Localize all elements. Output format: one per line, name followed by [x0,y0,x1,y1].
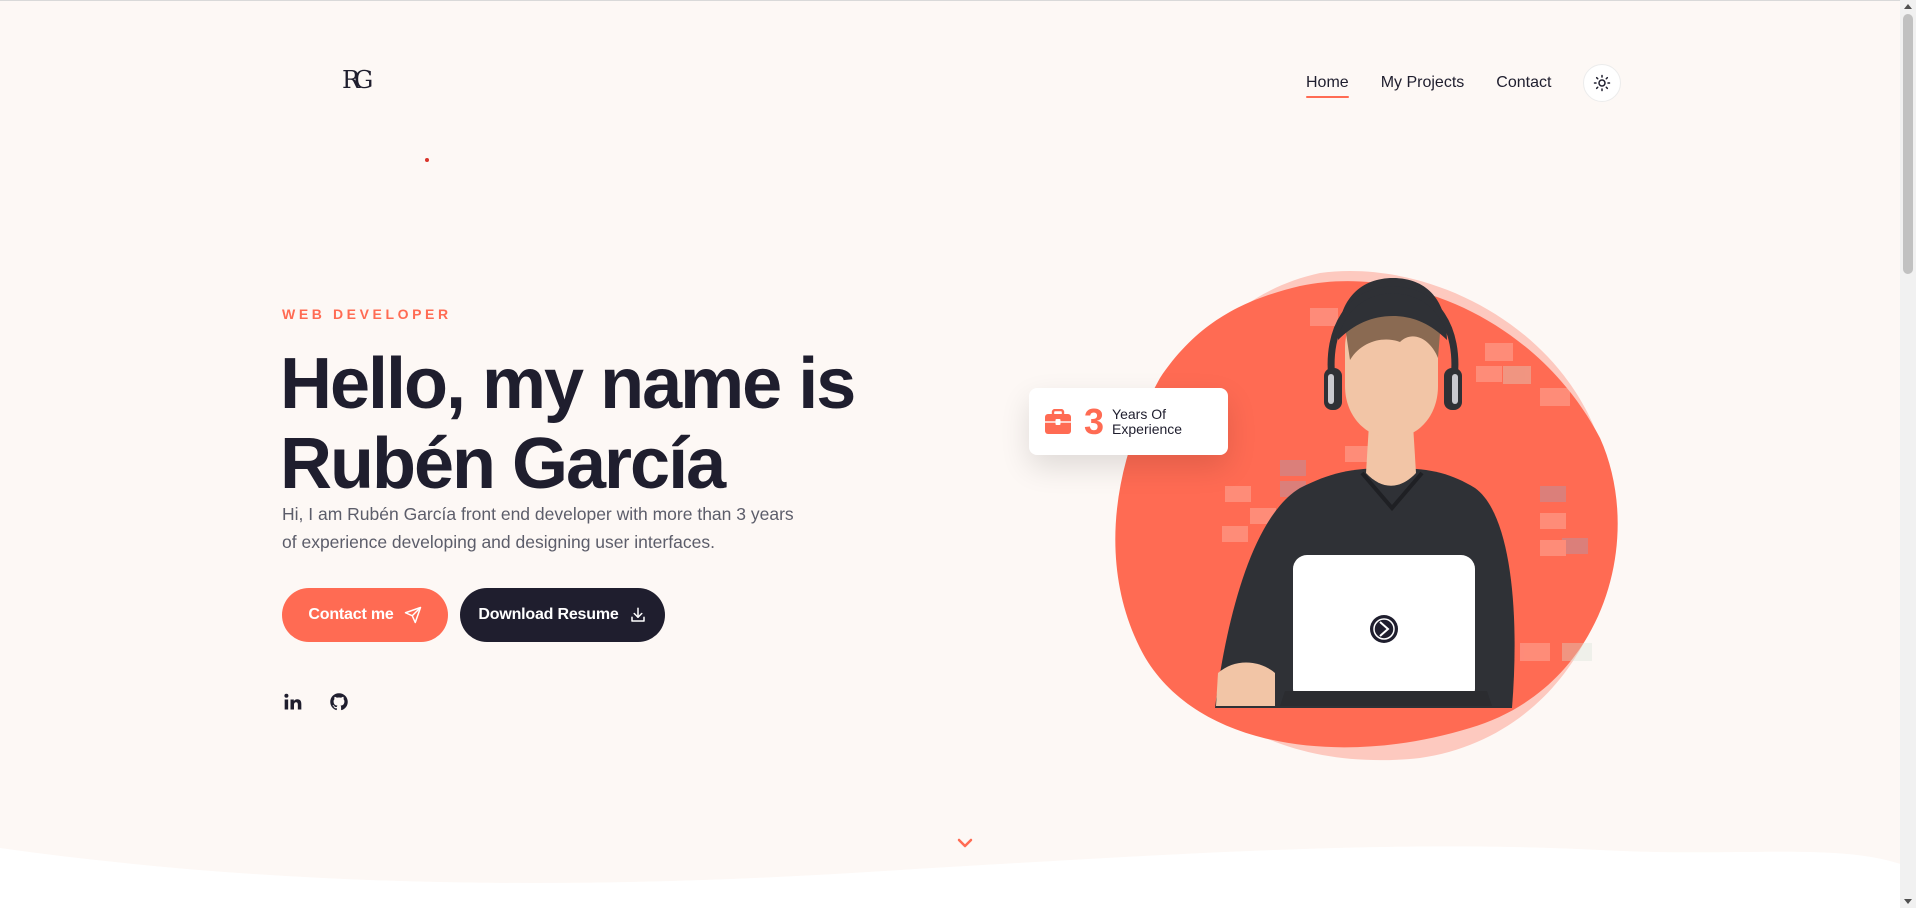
hero-headline: Hello, my name is Rubén García [280,344,880,504]
scrollbar-thumb[interactable] [1903,14,1913,274]
contact-me-label: Contact me [308,606,394,623]
sun-icon [1594,74,1611,92]
page-scrollbar[interactable] [1900,0,1916,908]
linkedin-icon [284,693,302,710]
contact-me-button[interactable]: Contact me [282,588,448,642]
scroll-up-arrow[interactable] [1904,4,1912,9]
top-divider [0,0,1900,1]
experience-card: 3 Years Of Experience [1029,388,1228,455]
download-resume-label: Download Resume [478,606,619,623]
linkedin-link[interactable] [281,690,305,714]
scroll-down-arrow[interactable] [1904,899,1912,904]
github-icon [330,693,348,711]
headline-line-1: Hello, my name is [280,344,856,424]
headline-line-2: Rubén García [280,424,726,504]
cursor-dot [425,158,429,162]
logo[interactable]: RG [342,64,376,98]
bottom-wave [0,846,1916,908]
hero-intro: Hi, I am Rubén García front end develope… [282,504,794,552]
page: RG Home My Projects Contact WEB DEVELOPE… [0,0,1916,908]
theme-toggle-button[interactable] [1583,64,1622,102]
main-nav: Home My Projects Contact [1306,64,1622,102]
person-hand [1216,662,1275,706]
laptop-base [1280,691,1492,706]
experience-label: Years Of Experience [1112,405,1183,437]
github-link[interactable] [327,690,351,714]
hero-illustration [1115,270,1618,761]
send-icon [404,606,421,624]
nav-my-projects[interactable]: My Projects [1381,64,1465,102]
download-icon [630,607,645,622]
nav-contact[interactable]: Contact [1496,64,1551,102]
svg-text:RG: RG [342,66,372,94]
nav-home[interactable]: Home [1306,64,1349,102]
experience-number: 3 [1084,400,1105,442]
download-resume-button[interactable]: Download Resume [460,588,665,642]
hero-eyebrow: WEB DEVELOPER [282,306,452,322]
briefcase-icon [1045,408,1071,434]
